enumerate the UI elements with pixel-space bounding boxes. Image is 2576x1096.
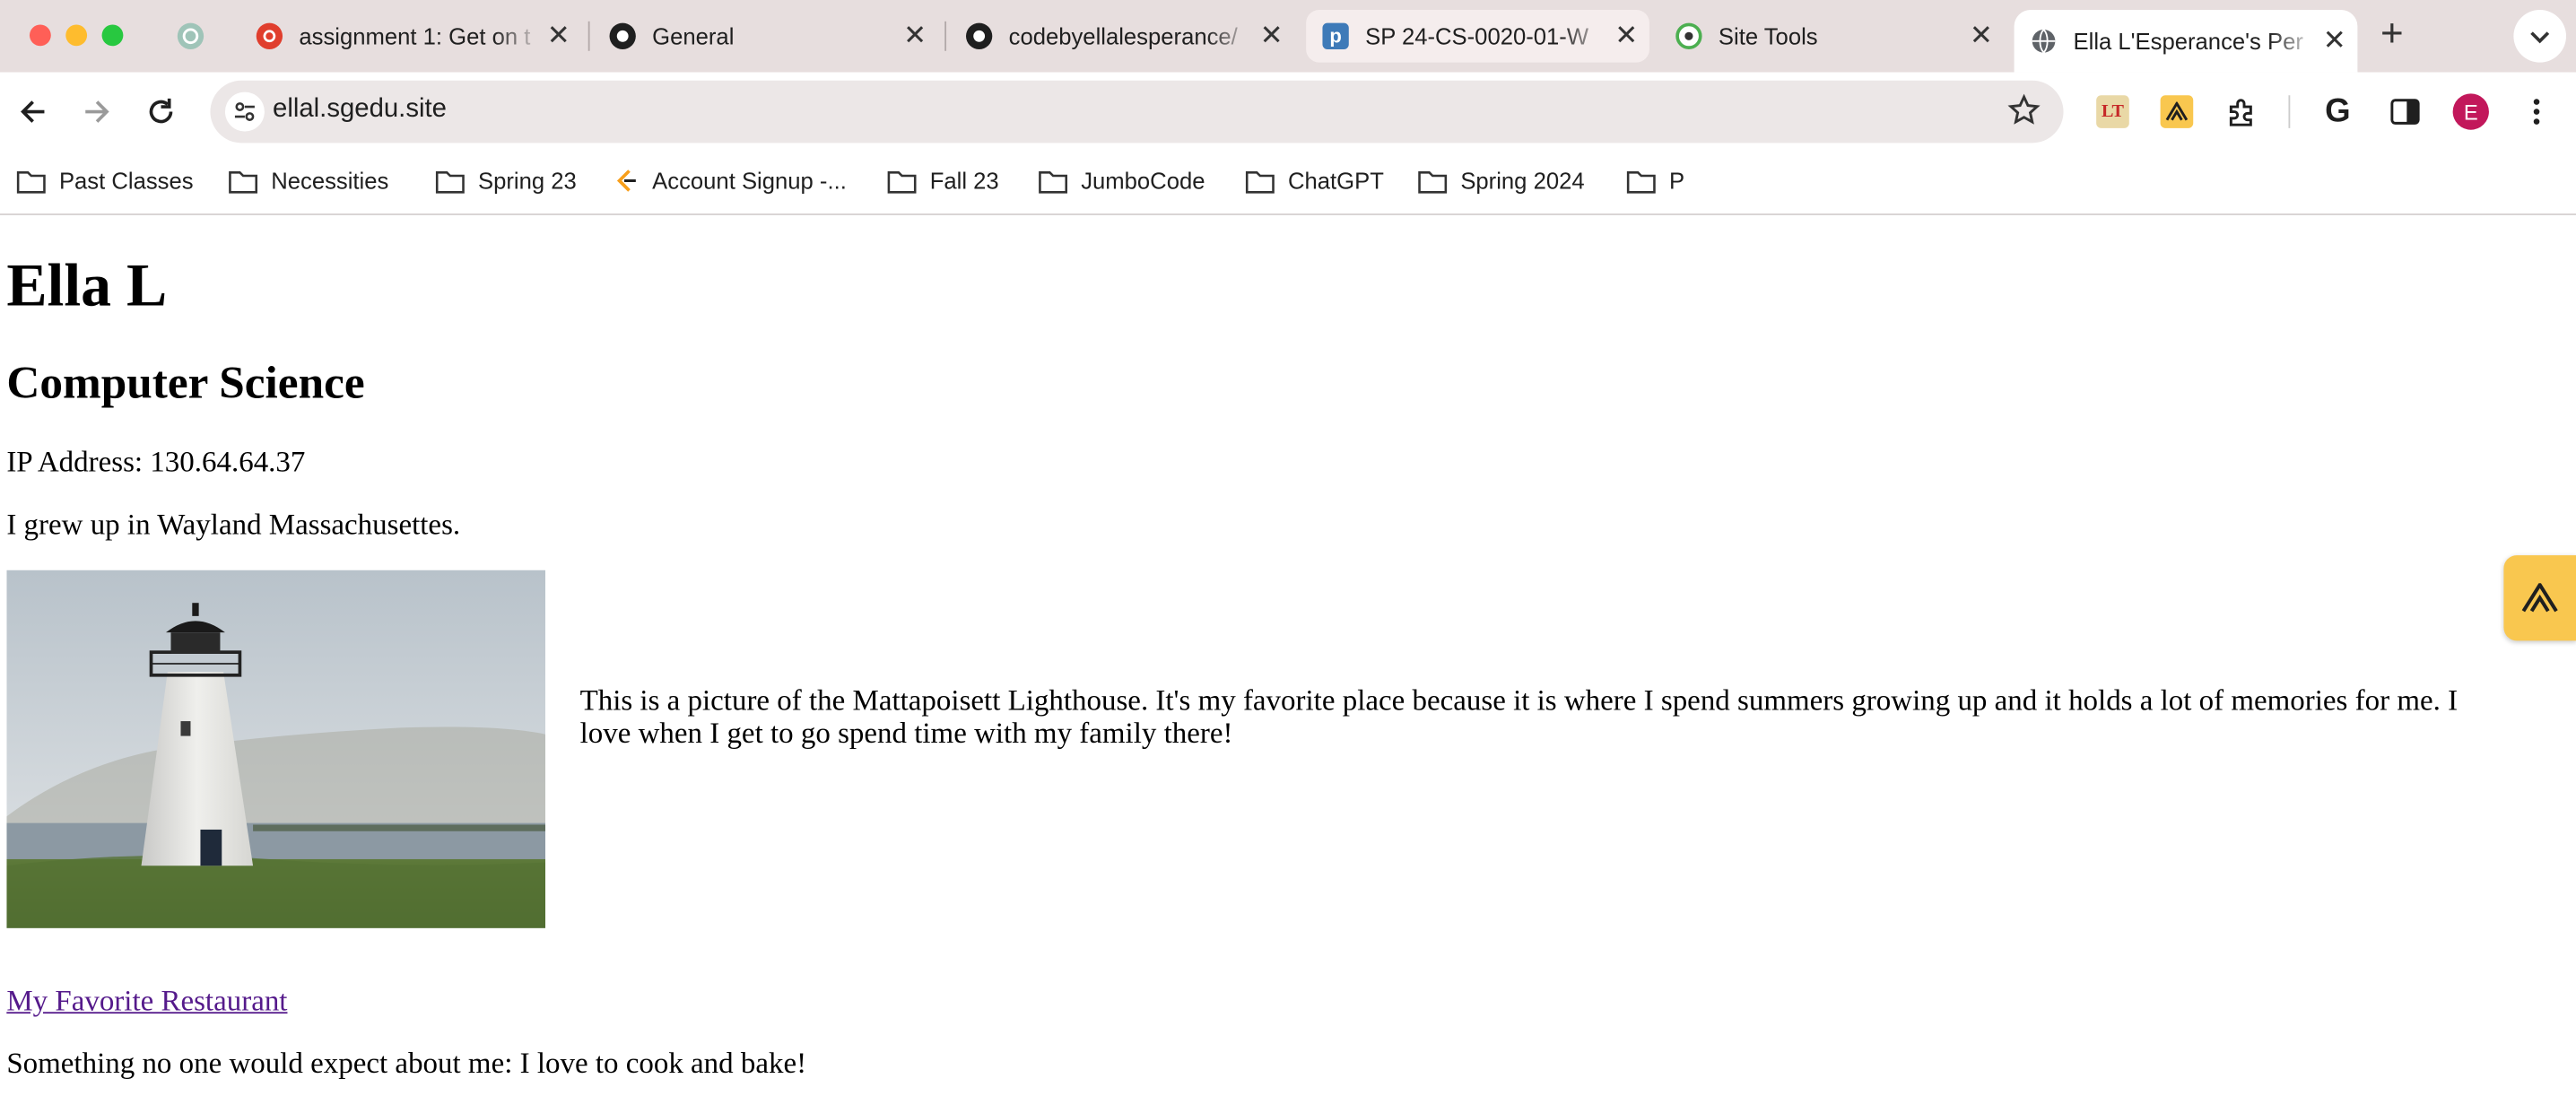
lighthouse-caption: This is a picture of the Mattapoisett Li… <box>579 683 2459 750</box>
close-tab-icon[interactable]: ✕ <box>542 20 575 53</box>
tab-title: Ella L'Esperance's Per <box>2073 28 2303 55</box>
back-arrow-icon <box>21 100 45 123</box>
extension-lt-icon[interactable]: LT <box>2093 92 2133 132</box>
bookmark-spring-2024[interactable]: Spring 2024 <box>1418 164 1585 197</box>
toolbar: ellal.sgedu.site LT G E <box>0 72 2576 152</box>
close-tab-icon[interactable]: ✕ <box>1610 20 1643 53</box>
address-bar[interactable]: ellal.sgedu.site <box>210 80 2064 144</box>
folder-icon <box>16 170 46 193</box>
bookmark-necessities[interactable]: Necessities <box>229 164 388 197</box>
close-tab-icon[interactable]: ✕ <box>1965 20 1998 53</box>
tab-title: codebyellalesperance/ <box>1008 22 1238 49</box>
floating-extension-button[interactable] <box>2503 555 2576 641</box>
github-icon <box>966 22 993 49</box>
folder-icon <box>1039 170 1068 193</box>
url-text[interactable]: ellal.sgedu.site <box>273 95 447 125</box>
leetcode-icon <box>616 170 636 192</box>
extensions-puzzle-icon[interactable] <box>2223 92 2262 132</box>
tab-assignment[interactable]: assignment 1: Get on t ✕ <box>239 10 581 63</box>
extension-logo-icon <box>2521 583 2558 613</box>
bookmark-account-signup[interactable]: Account Signup -... <box>613 164 847 197</box>
side-panel-icon[interactable] <box>2386 92 2425 132</box>
window-controls <box>29 24 124 47</box>
tab-site-tools[interactable]: Site Tools ✕ <box>1659 10 2005 63</box>
page-title: Ella L <box>6 253 168 321</box>
page-content: Ella L Computer Science IP Address: 130.… <box>0 214 2576 1096</box>
tab-piazza[interactable]: p SP 24-CS-0020-01-W ✕ <box>1306 9 1649 63</box>
piazza-icon: p <box>1322 22 1349 49</box>
tab-title: assignment 1: Get on t <box>299 22 531 49</box>
tab-title: Site Tools <box>1718 22 1818 49</box>
forward-arrow-icon <box>85 100 109 123</box>
tab-codebyella[interactable]: codebyellalesperance/ ✕ <box>950 10 1295 63</box>
close-tab-icon[interactable]: ✕ <box>899 20 932 53</box>
page-subtitle: Computer Science <box>6 358 365 410</box>
bookmark-p[interactable]: P <box>1626 164 1684 197</box>
lighthouse-image <box>6 570 546 928</box>
forward-button[interactable] <box>75 91 118 134</box>
tab-chatgpt[interactable] <box>164 10 223 63</box>
minimize-window-button[interactable] <box>65 24 88 47</box>
menu-kebab-icon[interactable] <box>2517 92 2556 132</box>
chevron-down-icon <box>2530 31 2550 44</box>
folder-icon <box>887 170 917 193</box>
tab-general[interactable]: General ✕ <box>593 10 938 63</box>
folder-icon <box>1418 170 1448 193</box>
folder-icon <box>229 170 258 193</box>
siteground-icon <box>1675 22 1702 49</box>
bookmark-past-classes[interactable]: Past Classes <box>16 164 194 197</box>
close-tab-icon[interactable]: ✕ <box>1255 20 1288 53</box>
github-icon <box>609 22 636 49</box>
reload-icon <box>149 98 173 124</box>
bookmark-spring-23[interactable]: Spring 23 <box>435 164 577 197</box>
bookmarks-bar: Past Classes Necessities Spring 23 Accou… <box>0 151 2576 215</box>
site-info-icon[interactable] <box>224 91 265 132</box>
bookmark-jumbocode[interactable]: JumboCode <box>1039 164 1205 197</box>
bookmark-chatgpt[interactable]: ChatGPT <box>1245 164 1384 197</box>
folder-icon <box>435 170 465 193</box>
folder-icon <box>1626 170 1656 193</box>
globe-icon <box>2031 28 2057 54</box>
back-button[interactable] <box>12 91 55 134</box>
tab-title: SP 24-CS-0020-01-W <box>1365 22 1589 49</box>
favorite-restaurant-link[interactable]: My Favorite Restaurant <box>6 984 287 1018</box>
extension-yellow-icon[interactable] <box>2157 92 2197 132</box>
tab-title: General <box>652 22 735 49</box>
close-window-button[interactable] <box>29 24 51 47</box>
bookmark-fall-23[interactable]: Fall 23 <box>887 164 999 197</box>
profile-avatar[interactable]: E <box>2451 92 2491 132</box>
folder-icon <box>1245 170 1275 193</box>
tab-search-button[interactable] <box>2513 9 2567 63</box>
bookmark-star-icon[interactable] <box>2007 93 2041 135</box>
tab-ella-site[interactable]: Ella L'Esperance's Per ✕ <box>2014 9 2358 73</box>
google-icon[interactable]: G <box>2318 92 2357 132</box>
canvas-icon <box>256 22 283 49</box>
new-tab-button[interactable]: + <box>2371 12 2414 56</box>
zoom-window-button[interactable] <box>101 24 124 47</box>
chatgpt-icon <box>177 22 205 49</box>
close-tab-icon[interactable]: ✕ <box>2318 24 2351 57</box>
reload-button[interactable] <box>140 91 183 134</box>
fun-fact-text: Something no one would expect about me: … <box>6 1046 807 1080</box>
tab-strip: assignment 1: Get on t ✕ General ✕ codeb… <box>0 0 2576 73</box>
hometown-text: I grew up in Wayland Massachusettes. <box>6 507 461 541</box>
ip-address-text: IP Address: 130.64.64.37 <box>6 445 306 479</box>
